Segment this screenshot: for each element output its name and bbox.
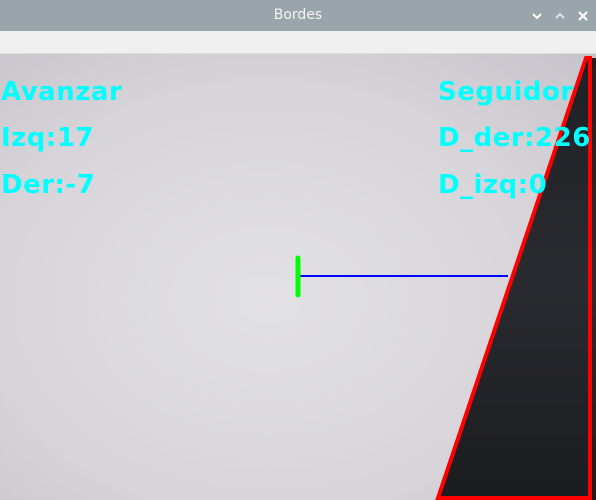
minimize-button[interactable] xyxy=(526,0,548,31)
maximize-button[interactable] xyxy=(549,0,571,31)
der-readout: Der:-7 xyxy=(1,170,96,200)
mode-label-left: Avanzar xyxy=(1,77,123,107)
chevron-down-icon xyxy=(532,12,542,19)
window-title: Bordes xyxy=(273,7,323,23)
window-toolbar xyxy=(0,31,596,54)
camera-frame xyxy=(0,54,596,500)
d-izq-readout: D_izq:0 xyxy=(438,170,548,200)
izq-readout: Izq:17 xyxy=(1,123,94,153)
d-der-readout: D_der:226 xyxy=(438,123,591,153)
camera-view: Avanzar Izq:17 Der:-7 Seguidor D_der:226… xyxy=(0,54,596,500)
app-window: Bordes Avanzar Izq:17 Der:-7 Seguidor D_… xyxy=(0,0,596,500)
chevron-up-icon xyxy=(555,12,565,19)
close-button[interactable] xyxy=(572,0,594,31)
mode-label-right: Seguidor xyxy=(438,77,574,107)
title-bar[interactable]: Bordes xyxy=(0,0,596,31)
close-icon xyxy=(578,10,588,21)
